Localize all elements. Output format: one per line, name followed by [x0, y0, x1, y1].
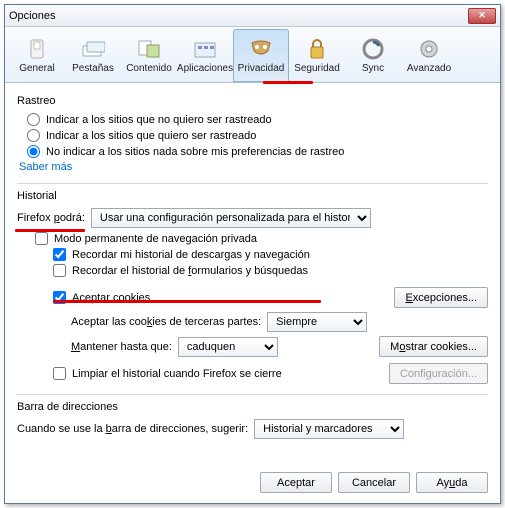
- switch-icon: [25, 37, 49, 61]
- titlebar: Opciones ✕: [5, 5, 500, 27]
- tab-aplicaciones[interactable]: Aplicaciones: [177, 29, 233, 82]
- tab-general[interactable]: General: [9, 29, 65, 82]
- tab-privacidad[interactable]: Privacidad: [233, 29, 289, 82]
- accept-cookies-row: Aceptar cookies Excepciones...: [53, 287, 488, 308]
- gear-icon: [417, 37, 441, 61]
- history-mode-select[interactable]: Usar una configuración personalizada par…: [91, 208, 371, 228]
- tab-sync[interactable]: Sync: [345, 29, 401, 82]
- tab-strip: General Pestañas Contenido Aplicaciones …: [5, 27, 500, 83]
- show-cookies-button[interactable]: Mostrar cookies...: [379, 336, 488, 357]
- mask-icon: [249, 37, 273, 61]
- locationbar-label: Barra de direcciones: [17, 401, 488, 413]
- close-button[interactable]: ✕: [468, 8, 496, 24]
- keep-until-row: Mantener hasta que: caduquen Mostrar coo…: [71, 336, 488, 357]
- perm-private-row[interactable]: Modo permanente de navegación privada: [35, 232, 488, 245]
- clear-on-close-check[interactable]: Limpiar el historial cuando Firefox se c…: [53, 367, 282, 380]
- apps-icon: [193, 37, 217, 61]
- tab-contenido[interactable]: Contenido: [121, 29, 177, 82]
- accept-button[interactable]: Aceptar: [260, 472, 332, 493]
- exceptions-button[interactable]: Excepciones...: [394, 287, 488, 308]
- tracking-opt-dnt[interactable]: Indicar a los sitios que no quiero ser r…: [27, 113, 488, 126]
- keep-until-label: Mantener hasta que:: [71, 341, 172, 353]
- keep-until-select[interactable]: caduquen: [178, 337, 278, 357]
- tabs-icon: [81, 37, 105, 61]
- clear-on-close-row: Limpiar el historial cuando Firefox se c…: [53, 363, 488, 384]
- locationbar-group: Barra de direcciones Cuando se use la ba…: [17, 401, 488, 439]
- sync-icon: [361, 37, 385, 61]
- lock-icon: [305, 37, 329, 61]
- tab-avanzado[interactable]: Avanzado: [401, 29, 457, 82]
- help-button[interactable]: Ayuda: [416, 472, 488, 493]
- window-title: Opciones: [9, 10, 468, 22]
- annotation-underline-2: [15, 229, 85, 232]
- dialog-buttons: Aceptar Cancelar Ayuda: [260, 472, 488, 493]
- annotation-underline-3: [53, 300, 321, 303]
- checkbox-remember-forms[interactable]: [53, 264, 66, 277]
- tab-seguridad[interactable]: Seguridad: [289, 29, 345, 82]
- third-party-select[interactable]: Siempre: [267, 312, 367, 332]
- radio-dnt[interactable]: [27, 113, 40, 126]
- tracking-opt-track[interactable]: Indicar a los sitios que quiero ser rast…: [27, 129, 488, 142]
- firefox-podra-label: Firefox podrá:: [17, 212, 85, 224]
- history-group: Historial Firefox podrá: Usar una config…: [17, 190, 488, 395]
- cancel-button[interactable]: Cancelar: [338, 472, 410, 493]
- tab-pestanas[interactable]: Pestañas: [65, 29, 121, 82]
- suggest-select[interactable]: Historial y marcadores: [254, 419, 404, 439]
- remember-dl-row[interactable]: Recordar mi historial de descargas y nav…: [53, 248, 488, 261]
- content-icon: [137, 37, 161, 61]
- suggest-row: Cuando se use la barra de direcciones, s…: [17, 419, 488, 439]
- tracking-group: Rastreo Indicar a los sitios que no quie…: [17, 95, 488, 184]
- tracking-label: Rastreo: [17, 95, 488, 107]
- radio-none[interactable]: [27, 145, 40, 158]
- radio-track[interactable]: [27, 129, 40, 142]
- checkbox-perm-private[interactable]: [35, 232, 48, 245]
- config-button: Configuración...: [389, 363, 488, 384]
- tracking-opt-none[interactable]: No indicar a los sitios nada sobre mis p…: [27, 145, 488, 158]
- history-mode-row: Firefox podrá: Usar una configuración pe…: [17, 208, 488, 228]
- learn-more-link[interactable]: Saber más: [19, 161, 488, 173]
- third-party-label: Aceptar las cookies de terceras partes:: [71, 316, 261, 328]
- panel-body: Rastreo Indicar a los sitios que no quie…: [5, 83, 500, 451]
- third-party-row: Aceptar las cookies de terceras partes: …: [71, 312, 488, 332]
- options-window: Opciones ✕ General Pestañas Contenido: [4, 4, 501, 504]
- history-label: Historial: [17, 190, 488, 202]
- suggest-label: Cuando se use la barra de direcciones, s…: [17, 423, 248, 435]
- checkbox-clear-on-close[interactable]: [53, 367, 66, 380]
- checkbox-remember-dl[interactable]: [53, 248, 66, 261]
- remember-forms-row[interactable]: Recordar el historial de formularios y b…: [53, 264, 488, 277]
